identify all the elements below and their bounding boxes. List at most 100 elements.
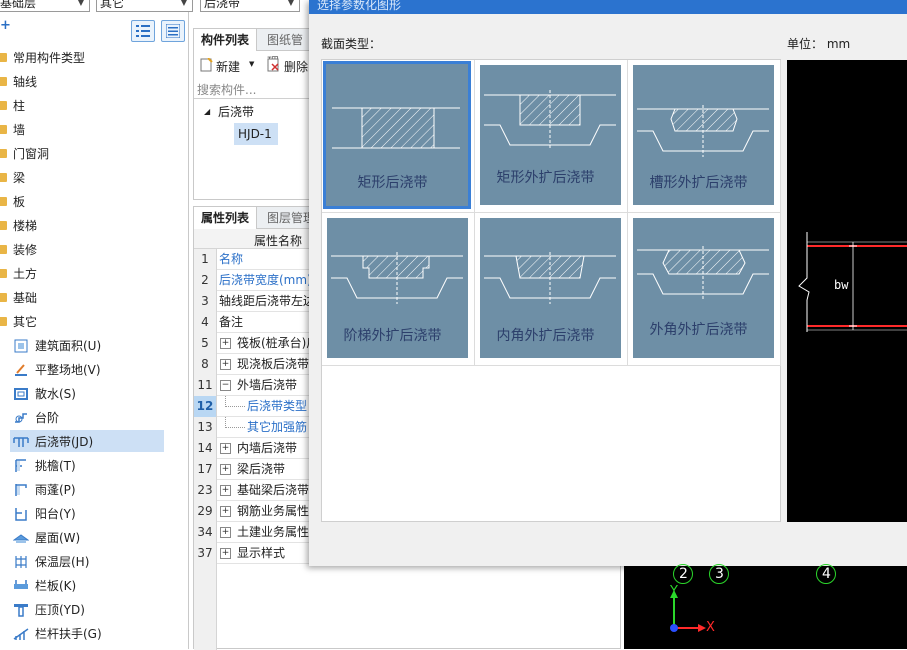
- tab-property-list[interactable]: 属性列表: [194, 207, 258, 229]
- property-name: 备注: [219, 315, 244, 329]
- drawing-canvas[interactable]: 2 3 4 Y X: [624, 564, 907, 649]
- shape-inner-corner-expanded-strip[interactable]: 内角外扩后浇带: [475, 213, 628, 366]
- tree-item-canopy[interactable]: 雨蓬(P): [0, 478, 189, 502]
- tree-item-apron[interactable]: 散水(S): [0, 382, 189, 406]
- property-row-number: 3: [194, 291, 217, 312]
- folder-icon: [0, 173, 7, 182]
- expand-icon[interactable]: +: [220, 464, 231, 475]
- tab-component-list[interactable]: 构件列表: [194, 29, 258, 51]
- shape-caption: 内角外扩后浇带: [496, 328, 595, 344]
- tab-drawing-manager[interactable]: 图纸管理: [260, 29, 312, 69]
- tree-category-axis[interactable]: 轴线: [0, 70, 189, 94]
- property-row-number: 2: [194, 270, 217, 291]
- tree-category-wall[interactable]: 墙: [0, 118, 189, 142]
- tree-label: 基础: [13, 291, 38, 305]
- parapet-icon: [14, 580, 28, 589]
- chevron-down-icon: ▼: [77, 0, 85, 7]
- tree-label: 梁: [13, 171, 26, 185]
- component-tree: ◢ 后浇带 HJD-1: [194, 101, 310, 145]
- tree-label: 雨蓬(P): [35, 483, 76, 497]
- property-row-number: 13: [194, 417, 217, 438]
- tree-item-building-area[interactable]: 建筑面积(U): [0, 334, 189, 358]
- canopy-icon: [15, 484, 27, 496]
- tree-item-parapet[interactable]: 栏板(K): [0, 574, 189, 598]
- shape-caption: 槽形外扩后浇带: [649, 175, 748, 191]
- detail-view-button[interactable]: [161, 20, 185, 42]
- property-row-number: 23: [194, 480, 217, 501]
- tree-label: 常用构件类型: [13, 51, 86, 65]
- tree-label: 后浇带(JD): [35, 435, 94, 449]
- tree-list: 常用构件类型 轴线 柱 墙 门窗洞 梁 板 楼梯 装修 土方 基础 其它 建筑面…: [0, 46, 189, 646]
- property-name: 内墙后浇带: [237, 441, 298, 455]
- folder-icon: [0, 197, 7, 206]
- tree-category-foundation[interactable]: 基础: [0, 286, 189, 310]
- tree-label: 建筑面积(U): [35, 339, 102, 353]
- component-type-combo[interactable]: 后浇带 ▼: [200, 0, 300, 12]
- tree-label: 轴线: [13, 75, 38, 89]
- delete-icon: [267, 58, 279, 72]
- delete-button[interactable]: 删除: [284, 58, 308, 75]
- folder-icon: [0, 317, 7, 326]
- category-combo[interactable]: 其它 ▼: [96, 0, 193, 12]
- shape-rect-expanded-strip[interactable]: 矩形外扩后浇带: [475, 60, 628, 213]
- tree-category-column[interactable]: 柱: [0, 94, 189, 118]
- expand-icon[interactable]: +: [220, 548, 231, 559]
- shape-stepped-expanded-strip[interactable]: 阶梯外扩后浇带: [322, 213, 475, 366]
- tree-label: 土方: [13, 267, 38, 281]
- tree-item-steps[interactable]: 台阶: [0, 406, 189, 430]
- tree-label: 门窗洞: [13, 147, 50, 161]
- property-name: 外墙后浇带: [237, 378, 298, 392]
- floor-combo[interactable]: 基础层 ▼: [0, 0, 90, 12]
- tree-item-site-leveling[interactable]: 平整场地(V): [0, 358, 189, 382]
- shape-outer-corner-expanded-strip[interactable]: 外角外扩后浇带: [628, 213, 781, 366]
- tree-item-insulation[interactable]: 保温层(H): [0, 550, 189, 574]
- tree-item-coping[interactable]: 压顶(YD): [0, 598, 189, 622]
- tree-category-slab[interactable]: 板: [0, 190, 189, 214]
- post-cast-strip-icon: [13, 437, 29, 447]
- collapse-icon[interactable]: −: [220, 380, 231, 391]
- expand-icon[interactable]: +: [220, 443, 231, 454]
- component-group[interactable]: ◢ 后浇带: [194, 101, 310, 123]
- tree-label: 装修: [13, 243, 38, 257]
- new-button[interactable]: 新建: [216, 58, 240, 75]
- tree-category-openings[interactable]: 门窗洞: [0, 142, 189, 166]
- chevron-down-icon[interactable]: ▼: [249, 60, 254, 68]
- tree-category-earthwork[interactable]: 土方: [0, 262, 189, 286]
- tree-item-roof[interactable]: 屋面(W): [0, 526, 189, 550]
- shape-caption: 矩形后浇带: [357, 175, 428, 191]
- tree-category-other[interactable]: 其它: [0, 310, 189, 334]
- property-row-number: 12: [194, 396, 217, 417]
- expand-icon[interactable]: +: [220, 338, 231, 349]
- tree-category-finishes[interactable]: 装修: [0, 238, 189, 262]
- category-combo-value: 其它: [100, 0, 125, 10]
- tree-label: 平整场地(V): [35, 363, 101, 377]
- property-row-number: 11: [194, 375, 217, 396]
- tree-label: 楼梯: [13, 219, 38, 233]
- shape-caption: 阶梯外扩后浇带: [343, 328, 442, 344]
- expand-icon[interactable]: +: [220, 485, 231, 496]
- tree-label: 墙: [13, 123, 26, 137]
- expand-icon[interactable]: +: [220, 527, 231, 538]
- tree-item-post-cast-strip[interactable]: 后浇带(JD): [0, 430, 189, 454]
- search-input[interactable]: 搜索构件...: [194, 81, 310, 99]
- expand-icon[interactable]: +: [220, 359, 231, 370]
- property-row-number: 34: [194, 522, 217, 543]
- shape-trough-expanded-strip[interactable]: 槽形外扩后浇带: [628, 60, 781, 213]
- steps-icon: [15, 413, 27, 423]
- shape-rect-strip[interactable]: 矩形后浇带: [322, 60, 475, 213]
- property-name: 基础梁后浇带: [237, 483, 310, 497]
- tree-category-common[interactable]: 常用构件类型: [0, 46, 189, 70]
- dialog-title: 选择参数化图形: [309, 0, 907, 14]
- property-header-label: 属性名称: [254, 234, 303, 248]
- tree-item-balcony[interactable]: 阳台(Y): [0, 502, 189, 526]
- expand-icon[interactable]: +: [220, 506, 231, 517]
- shape-caption: 矩形外扩后浇带: [496, 170, 595, 186]
- add-icon[interactable]: +: [0, 18, 11, 33]
- tree-category-beam[interactable]: 梁: [0, 166, 189, 190]
- tree-category-stairs[interactable]: 楼梯: [0, 214, 189, 238]
- property-table-filler: [194, 564, 217, 650]
- component-item[interactable]: HJD-1: [194, 123, 310, 145]
- list-view-button[interactable]: [131, 20, 155, 42]
- tree-item-cornice[interactable]: 挑檐(T): [0, 454, 189, 478]
- tree-item-railing[interactable]: 栏杆扶手(G): [0, 622, 189, 646]
